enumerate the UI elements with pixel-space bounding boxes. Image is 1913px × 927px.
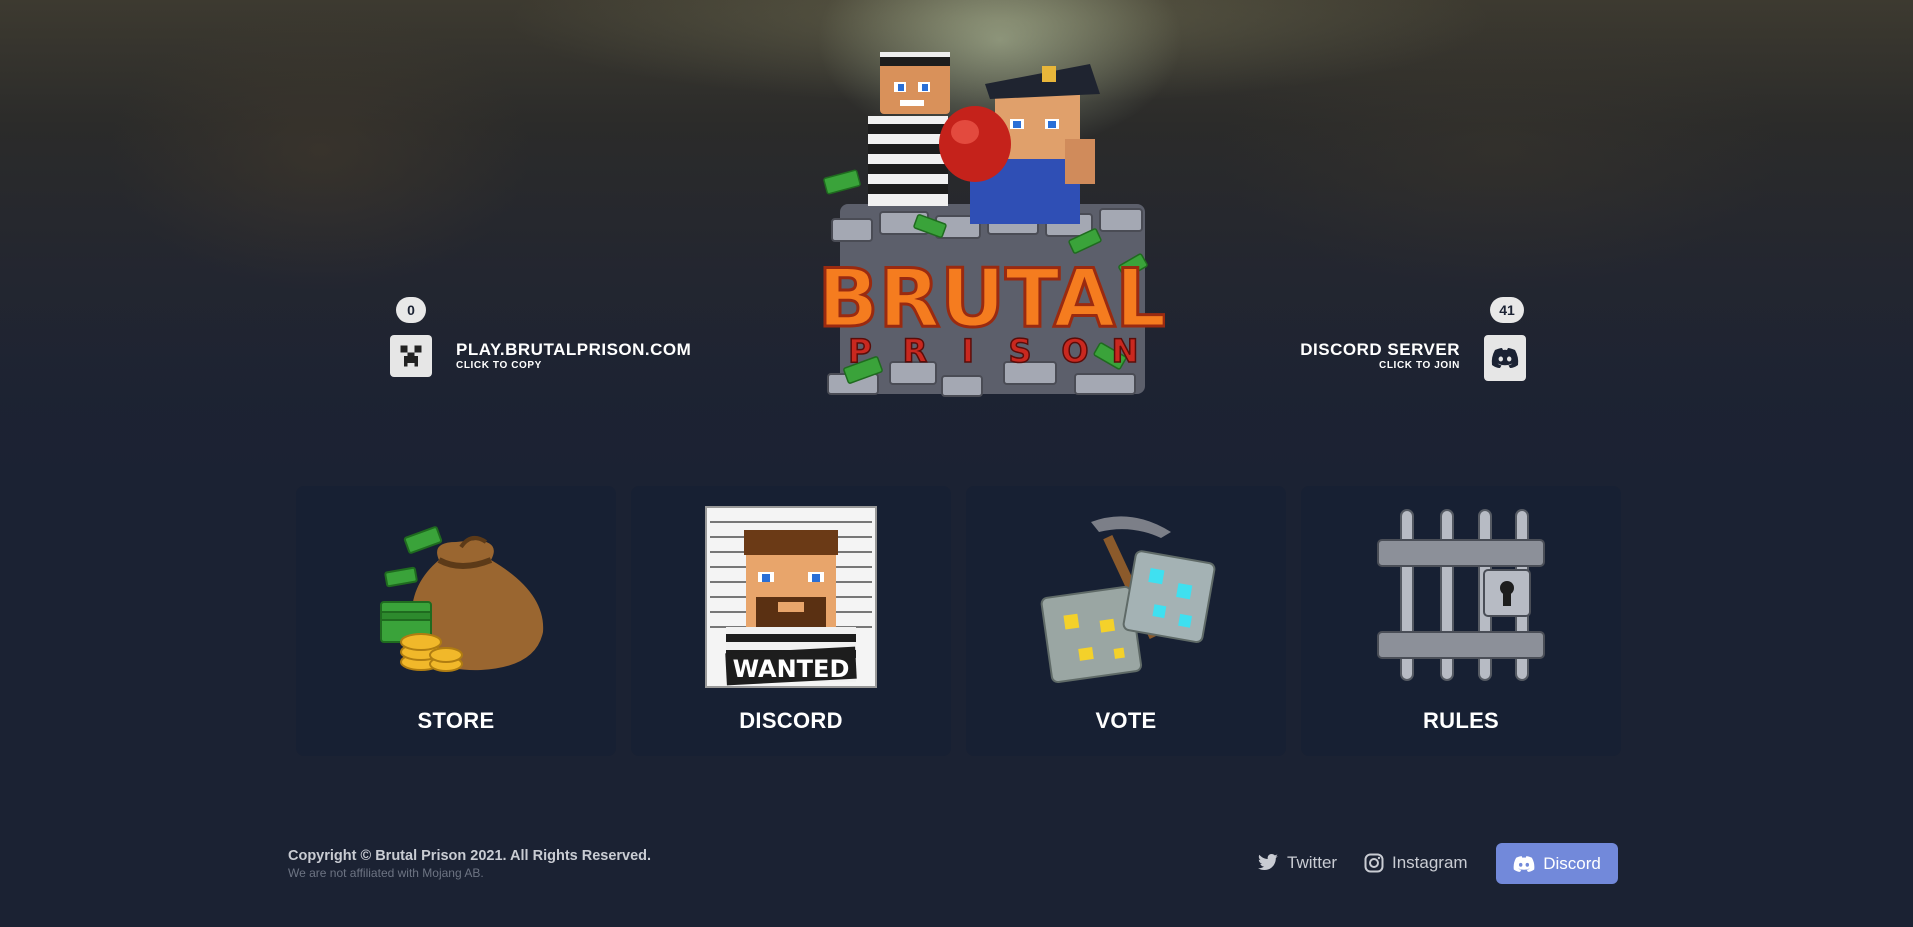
creeper-icon (390, 335, 432, 377)
server-ip-copy[interactable]: 0 PLAY.BRUTALPRISON.COM CLICK TO COPY (390, 297, 730, 377)
jail-bars-icon (1377, 509, 1545, 681)
discord-icon (1513, 855, 1535, 872)
discord-label: DISCORD (739, 708, 843, 733)
store-label: STORE (417, 708, 495, 733)
rules-label: RULES (1422, 708, 1500, 733)
logo-letter: P (848, 332, 871, 370)
discord-card[interactable]: WANTED DISCORD (631, 486, 951, 756)
vote-card[interactable]: VOTE (966, 486, 1286, 756)
brutal-prison-logo: BRUTAL P R I S O N (816, 44, 1168, 404)
pickaxe-ore-icon (1040, 516, 1216, 684)
wanted-poster-icon: WANTED (705, 506, 877, 688)
copy-hint: CLICK TO COPY (456, 360, 542, 371)
instagram-label: Instagram (1392, 853, 1468, 872)
instagram-icon (1364, 853, 1384, 873)
discord-button-label: Discord (1543, 853, 1601, 873)
logo-letter: N (1112, 332, 1139, 370)
rules-card[interactable]: RULES (1301, 486, 1621, 756)
logo-letter: R (903, 332, 928, 370)
twitter-label: Twitter (1287, 853, 1338, 872)
member-count-badge: 41 (1490, 297, 1524, 323)
player-count-badge: 0 (396, 297, 426, 323)
vote-label: VOTE (1095, 708, 1157, 733)
logo-letter: I (962, 332, 974, 370)
wanted-text: WANTED (733, 655, 850, 683)
server-address: PLAY.BRUTALPRISON.COM (456, 340, 692, 359)
copyright-text: Copyright © Brutal Prison 2021. All Righ… (288, 848, 652, 864)
instagram-link[interactable]: Instagram (1364, 843, 1468, 883)
logo-letter: O (1061, 332, 1088, 370)
logo-letter: S (1008, 332, 1031, 370)
nav-cards: STORE WANTED DISCORD VOTE RULES (296, 486, 1621, 756)
prisoner-character (868, 52, 950, 206)
discord-button[interactable]: Discord (1496, 843, 1618, 884)
twitter-link[interactable]: Twitter (1257, 843, 1337, 883)
join-hint: CLICK TO JOIN (1379, 360, 1460, 371)
disclaimer-text: We are not affiliated with Mojang AB. (288, 866, 484, 880)
money-bag-icon (380, 526, 544, 672)
twitter-icon (1258, 854, 1278, 871)
discord-icon (1484, 335, 1526, 381)
discord-server-join[interactable]: 41 DISCORD SERVER CLICK TO JOIN (1280, 297, 1530, 383)
store-card[interactable]: STORE (296, 486, 616, 756)
discord-server-title: DISCORD SERVER (1300, 340, 1460, 359)
